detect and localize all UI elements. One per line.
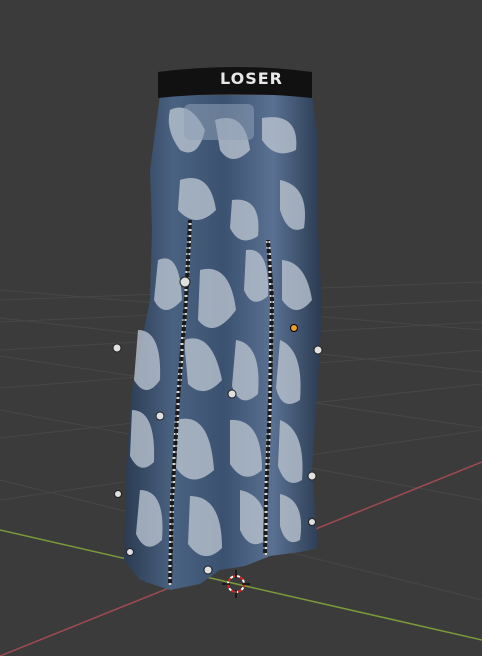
- back-pocket: [184, 104, 254, 140]
- viewport-canvas[interactable]: LOSER: [0, 0, 482, 656]
- 3d-viewport[interactable]: LOSER: [0, 0, 482, 656]
- waistband-text: LOSER: [220, 69, 283, 88]
- object-origin-dot-icon: [290, 324, 298, 332]
